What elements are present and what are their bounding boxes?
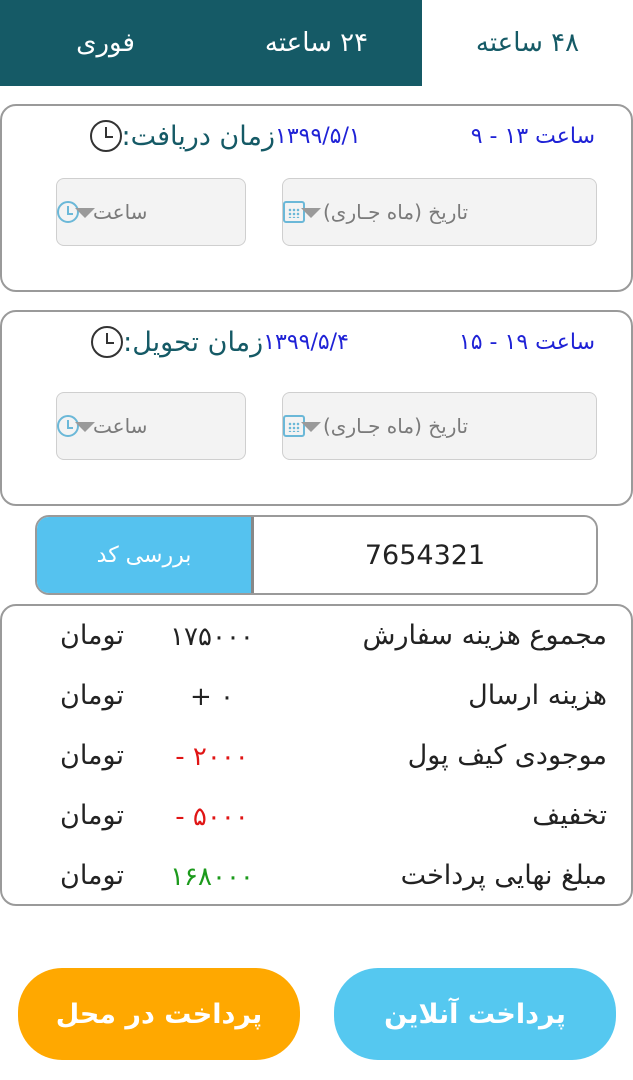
tab-24-hours[interactable]: ۲۴ ساعته (211, 0, 422, 86)
delivery-slot: ساعت ۱۹ - ۱۵ (458, 329, 595, 355)
chevron-down-icon (75, 422, 95, 432)
pickup-time-placeholder: ساعت (93, 200, 148, 224)
clock-icon (89, 120, 122, 152)
summary-currency: تومان (60, 800, 124, 831)
summary-row-wallet: موجودی کیف پول ۲۰۰۰ - تومان (2, 734, 633, 784)
summary-currency: تومان (60, 680, 124, 711)
pickup-date: ۱۳۹۹/۵/۱ (275, 123, 361, 149)
summary-label: تخفیف (532, 800, 607, 831)
pay-on-delivery-button[interactable]: پرداخت در محل (18, 968, 300, 1060)
delivery-time-select[interactable]: ساعت (56, 392, 246, 460)
pickup-date-placeholder: تاریخ (ماه جـاری) (323, 200, 469, 224)
summary-label: موجودی کیف پول (407, 740, 607, 771)
check-code-button[interactable]: بررسی کد (37, 517, 254, 593)
summary-amount: ۱۶۸۰۰۰ (170, 862, 254, 892)
discount-code-row: بررسی کد (35, 515, 598, 595)
delivery-time-placeholder: ساعت (93, 414, 148, 438)
summary-currency: تومان (60, 740, 124, 771)
summary-row-order-total: مجموع هزینه سفارش ۱۷۵۰۰۰ تومان (2, 614, 633, 664)
delivery-label: زمان تحویل: (123, 326, 264, 358)
pickup-title: زمان دریافت: ۱۳۹۹/۵/۱ ساعت ۱۳ - ۹ (82, 120, 625, 152)
summary-label: هزینه ارسال (468, 680, 607, 711)
summary-row-shipping: هزینه ارسال ۰ + تومان (2, 674, 633, 724)
chevron-down-icon (301, 422, 321, 432)
summary-amount: ۵۰۰۰ - (175, 802, 249, 832)
clock-icon (91, 326, 124, 358)
summary-label: مبلغ نهایی پرداخت (400, 860, 607, 891)
summary-currency: تومان (60, 860, 124, 891)
chevron-down-icon (75, 208, 95, 218)
summary-amount: ۰ + (189, 682, 235, 712)
tab-48-hours[interactable]: ۴۸ ساعته (422, 0, 633, 86)
pickup-label: زمان دریافت: (121, 120, 275, 152)
pickup-date-select[interactable]: تاریخ (ماه جـاری) (282, 178, 597, 246)
chevron-down-icon (301, 208, 321, 218)
summary-row-final-amount: مبلغ نهایی پرداخت ۱۶۸۰۰۰ تومان (2, 854, 633, 904)
pickup-time-select[interactable]: ساعت (56, 178, 246, 246)
pay-online-button[interactable]: پرداخت آنلاین (334, 968, 616, 1060)
summary-label: مجموع هزینه سفارش (362, 620, 607, 651)
delivery-title: زمان تحویل: ۱۳۹۹/۵/۴ ساعت ۱۹ - ۱۵ (83, 326, 625, 358)
delivery-date-placeholder: تاریخ (ماه جـاری) (323, 414, 469, 438)
summary-currency: تومان (60, 620, 124, 651)
discount-code-input[interactable] (254, 517, 596, 593)
summary-amount: ۱۷۵۰۰۰ (170, 622, 254, 652)
delivery-date: ۱۳۹۹/۵/۴ (263, 329, 349, 355)
tab-instant[interactable]: فوری (0, 0, 211, 86)
delivery-speed-tabs: ۴۸ ساعته ۲۴ ساعته فوری (0, 0, 633, 86)
summary-row-discount: تخفیف ۵۰۰۰ - تومان (2, 794, 633, 844)
pickup-time-card: زمان دریافت: ۱۳۹۹/۵/۱ ساعت ۱۳ - ۹ تاریخ … (0, 104, 633, 292)
summary-amount: ۲۰۰۰ - (175, 742, 249, 772)
delivery-date-select[interactable]: تاریخ (ماه جـاری) (282, 392, 597, 460)
delivery-time-card: زمان تحویل: ۱۳۹۹/۵/۴ ساعت ۱۹ - ۱۵ تاریخ … (0, 310, 633, 506)
payment-summary: مجموع هزینه سفارش ۱۷۵۰۰۰ تومان هزینه ارس… (0, 604, 633, 906)
pickup-slot: ساعت ۱۳ - ۹ (470, 123, 595, 149)
